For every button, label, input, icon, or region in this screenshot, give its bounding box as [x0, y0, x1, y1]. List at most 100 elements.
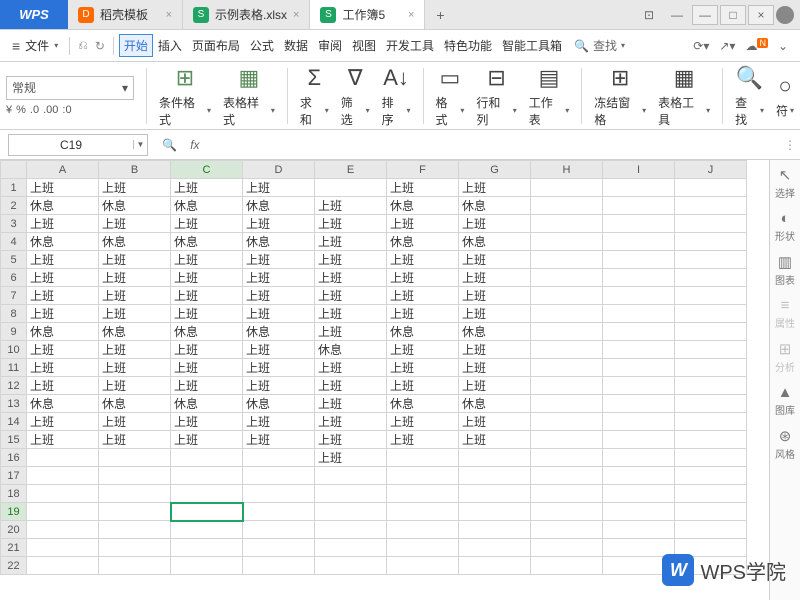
cell[interactable]: 上班 [27, 377, 99, 395]
format-button[interactable]: :0 [62, 104, 71, 116]
cell[interactable] [531, 341, 603, 359]
cell[interactable]: 上班 [459, 269, 531, 287]
cell[interactable] [315, 539, 387, 557]
cell[interactable] [99, 557, 171, 575]
close-icon[interactable]: × [166, 9, 172, 21]
column-header[interactable]: H [531, 161, 603, 179]
cell[interactable] [603, 377, 675, 395]
cell[interactable] [603, 197, 675, 215]
cell[interactable]: 上班 [315, 359, 387, 377]
cloud-icon[interactable]: ☁N [745, 39, 768, 53]
cell[interactable] [603, 521, 675, 539]
cell[interactable] [27, 467, 99, 485]
cell[interactable] [531, 179, 603, 197]
cell[interactable]: 休息 [315, 341, 387, 359]
cell[interactable] [27, 485, 99, 503]
lookup-icon[interactable]: 🔍 [162, 138, 177, 152]
redo-button[interactable]: ↻ [92, 39, 108, 53]
ribbon-tab[interactable]: 审阅 [313, 34, 347, 57]
cell[interactable] [675, 431, 747, 449]
cell[interactable] [531, 539, 603, 557]
cell[interactable] [603, 305, 675, 323]
cell[interactable] [675, 197, 747, 215]
cell[interactable]: 休息 [387, 323, 459, 341]
cell[interactable]: 上班 [459, 377, 531, 395]
cell[interactable] [27, 449, 99, 467]
cell[interactable]: 上班 [315, 377, 387, 395]
cell[interactable] [243, 449, 315, 467]
cell[interactable]: 上班 [27, 413, 99, 431]
doc-tab[interactable]: D稻壳模板× [68, 0, 183, 29]
cell[interactable]: 上班 [243, 359, 315, 377]
cell[interactable]: 休息 [171, 197, 243, 215]
cell[interactable]: 上班 [171, 305, 243, 323]
maximize-button[interactable]: □ [720, 5, 746, 25]
ribbon-tab[interactable]: 数据 [279, 34, 313, 57]
row-header[interactable]: 8 [1, 305, 27, 323]
cell[interactable] [531, 359, 603, 377]
cell[interactable]: 上班 [387, 179, 459, 197]
share-icon[interactable]: ↗▾ [719, 39, 735, 53]
cell[interactable]: 上班 [171, 251, 243, 269]
file-menu[interactable]: ≡ 文件 ▾ [6, 37, 64, 54]
cell[interactable]: 上班 [171, 377, 243, 395]
cell[interactable]: 休息 [27, 323, 99, 341]
cell[interactable]: 上班 [27, 305, 99, 323]
format-button[interactable]: .0 [30, 104, 39, 116]
cell[interactable]: 休息 [243, 395, 315, 413]
cell[interactable]: 上班 [171, 341, 243, 359]
cell[interactable] [243, 485, 315, 503]
cell[interactable] [387, 557, 459, 575]
ribbon-表格样式-button[interactable]: ▦表格样式▾ [217, 64, 281, 128]
spreadsheet-grid[interactable]: ABCDEFGHIJ1上班上班上班上班上班上班2休息休息休息休息上班休息休息3上… [0, 160, 769, 600]
side-风格[interactable]: ⊛风格 [775, 427, 795, 461]
cell[interactable] [675, 449, 747, 467]
cell[interactable] [171, 449, 243, 467]
app-button[interactable]: WPS [0, 0, 68, 29]
cell[interactable] [387, 485, 459, 503]
row-header[interactable]: 21 [1, 539, 27, 557]
ribbon-tab[interactable]: 公式 [245, 34, 279, 57]
sync-icon[interactable]: ⟳▾ [693, 39, 709, 53]
row-header[interactable]: 16 [1, 449, 27, 467]
row-header[interactable]: 12 [1, 377, 27, 395]
cell[interactable]: 上班 [459, 179, 531, 197]
column-header[interactable]: C [171, 161, 243, 179]
minimize-button[interactable]: — [692, 5, 718, 25]
cell[interactable] [315, 467, 387, 485]
cell[interactable]: 上班 [459, 341, 531, 359]
cell[interactable]: 休息 [171, 395, 243, 413]
cell[interactable]: 上班 [315, 305, 387, 323]
cell[interactable] [243, 539, 315, 557]
cell[interactable]: 上班 [387, 413, 459, 431]
cell[interactable]: 上班 [99, 431, 171, 449]
cell[interactable]: 休息 [459, 233, 531, 251]
cell[interactable] [459, 503, 531, 521]
cell[interactable]: 上班 [27, 215, 99, 233]
cell[interactable] [603, 323, 675, 341]
cell[interactable]: 休息 [243, 323, 315, 341]
column-header[interactable]: J [675, 161, 747, 179]
doc-tab[interactable]: S示例表格.xlsx× [183, 0, 310, 29]
cell[interactable]: 休息 [171, 323, 243, 341]
window-opt2-button[interactable]: — [664, 5, 690, 25]
cell[interactable]: 上班 [243, 269, 315, 287]
cell[interactable] [171, 539, 243, 557]
new-tab-button[interactable]: + [425, 0, 455, 29]
row-header[interactable]: 19 [1, 503, 27, 521]
cell[interactable]: 上班 [243, 251, 315, 269]
cell[interactable] [675, 215, 747, 233]
cell[interactable] [459, 467, 531, 485]
cell[interactable]: 休息 [27, 233, 99, 251]
window-opt1-button[interactable]: ⊡ [636, 5, 662, 25]
close-icon[interactable]: × [293, 9, 299, 21]
row-header[interactable]: 15 [1, 431, 27, 449]
cell[interactable]: 上班 [315, 431, 387, 449]
cell[interactable]: 休息 [243, 233, 315, 251]
cell[interactable]: 上班 [315, 215, 387, 233]
cell[interactable]: 上班 [99, 269, 171, 287]
ribbon-排序-button[interactable]: A↓排序▾ [376, 64, 417, 128]
avatar[interactable] [776, 6, 794, 24]
cell[interactable] [171, 485, 243, 503]
cell[interactable]: 上班 [387, 215, 459, 233]
